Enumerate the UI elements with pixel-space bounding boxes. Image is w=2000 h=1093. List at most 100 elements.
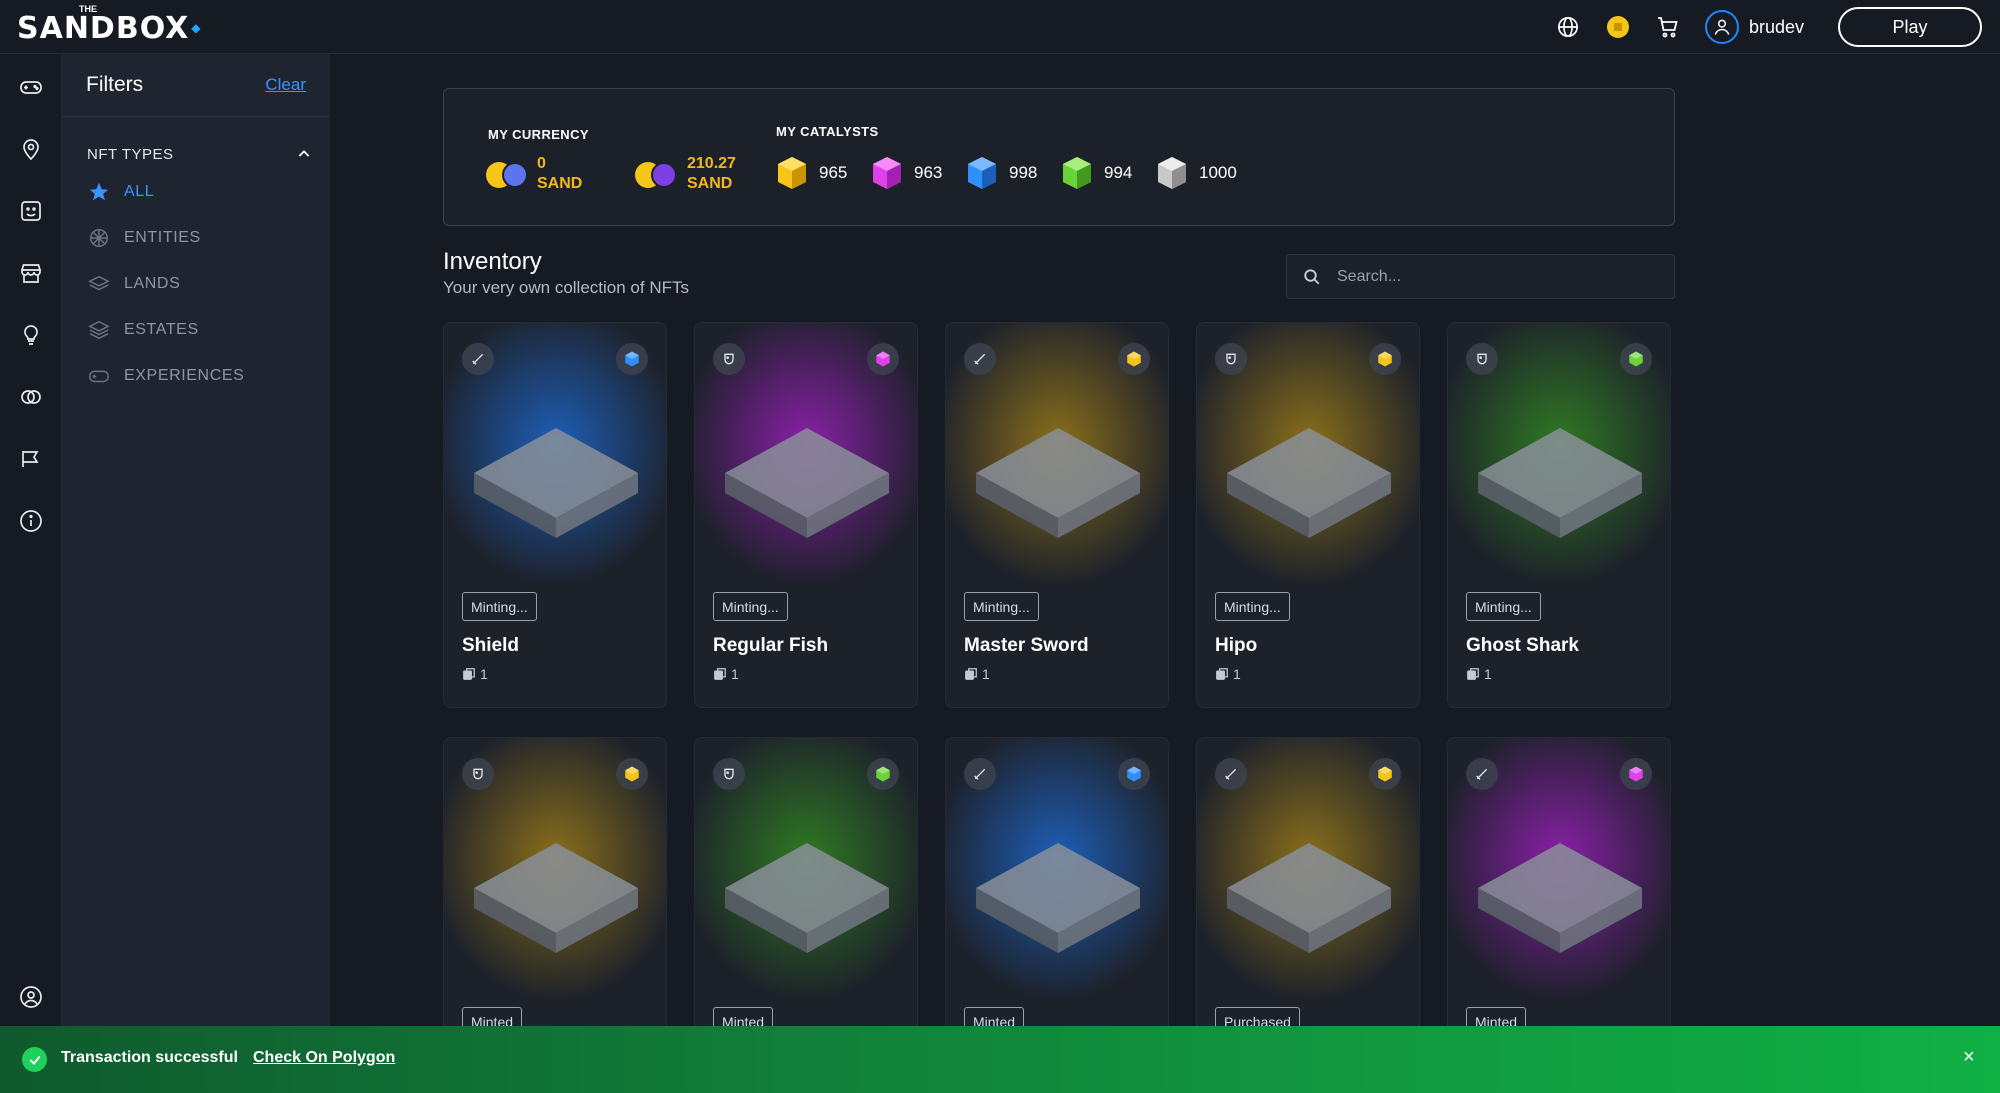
copies-count: 1 [713,666,739,682]
copies-count: 1 [964,666,990,682]
catalyst-gem-icon [616,343,648,375]
copies-count: 1 [1466,666,1492,682]
copies-value: 1 [1484,666,1492,682]
copies-value: 1 [480,666,488,682]
map-pin-icon[interactable] [19,137,43,161]
nft-name: Shield [462,635,520,656]
experiences-icon [88,365,110,387]
check-circle-icon [22,1047,47,1072]
entity-icon [713,343,745,375]
filter-item-label: EXPERIENCES [124,367,245,384]
estates-icon [88,319,110,341]
balance-amount: 210.27 [687,155,736,172]
cart-icon[interactable] [1655,14,1681,40]
nft-card[interactable]: Minting... Hipo 1 [1196,322,1420,708]
sand-balance-polygon: 210.27 SAND [687,154,736,194]
logo-the-text: THE [79,4,97,14]
nft-card[interactable]: Minting... Ghost Shark 1 [1447,322,1671,708]
copies-icon [965,668,977,680]
sandbox-logo[interactable]: THE SANDBOX ◆ [17,4,201,50]
status-badge: Minting... [1466,592,1541,621]
filter-item-label: ENTITIES [124,229,201,246]
catalyst-gem-icon [867,758,899,790]
coins-icon[interactable] [19,385,43,409]
logo-text: SANDBOX [17,10,190,46]
catalyst-count: 994 [1104,163,1133,182]
copies-icon [463,668,475,680]
gamepad-icon[interactable] [19,75,43,99]
globe-icon[interactable] [1555,14,1581,40]
epic-catalyst-icon [873,157,901,189]
entities-icon [88,227,110,249]
filters-title: Filters [86,73,144,96]
filter-item-label: ESTATES [124,321,199,338]
nft-name: Ghost Shark [1466,635,1579,656]
nft-card[interactable]: Minting... Regular Fish 1 [694,322,918,708]
sword-icon [964,343,996,375]
catalyst-gem-icon [1620,343,1652,375]
search-icon [1304,268,1320,284]
filter-item-experiences[interactable]: EXPERIENCES [62,353,330,399]
my-catalysts-title: MY CATALYSTS [776,124,879,139]
search-input[interactable] [1337,267,1657,286]
filter-item-estates[interactable]: ESTATES [62,307,330,353]
catalyst-common: 1000 [1155,155,1237,191]
nft-card[interactable]: Minting... Shield 1 [443,322,667,708]
sand-polygon-coins-icon [635,161,679,189]
entity-icon [462,758,494,790]
status-badge: Minting... [713,592,788,621]
clear-filters-link[interactable]: Clear [265,75,306,95]
username[interactable]: brudev [1749,17,1804,38]
inventory-subtitle: Your very own collection of NFTs [443,278,689,297]
filter-item-label: ALL [124,183,155,200]
logo-diamond-icon: ◆ [191,21,201,35]
top-bar: THE SANDBOX ◆ brudev Play [0,0,2000,54]
transaction-toast: Transaction successful Check On Polygon … [0,1026,2000,1093]
balance-unit: SAND [537,175,583,192]
catalyst-count: 998 [1009,163,1038,182]
filter-item-all[interactable]: ALL [62,169,330,215]
filters-header: Filters Clear [62,54,330,117]
info-icon[interactable] [19,509,43,533]
nft-types-title: NFT TYPES [87,145,174,163]
catalyst-gem-icon [1118,758,1150,790]
entity-icon [1215,343,1247,375]
catalyst-gem-icon [1118,343,1150,375]
check-on-polygon-link[interactable]: Check On Polygon [253,1049,395,1067]
copies-count: 1 [1215,666,1241,682]
close-icon[interactable]: × [1963,1046,1975,1069]
lightbulb-icon[interactable] [19,323,43,347]
megaphone-icon[interactable] [19,447,43,471]
toast-message: Transaction successful [61,1049,238,1066]
search-box [1286,254,1675,299]
nft-name: Hipo [1215,635,1258,656]
filter-item-label: LANDS [124,275,181,292]
nft-types-toggle[interactable]: NFT TYPES [62,139,330,169]
nft-card[interactable]: Minting... Master Sword 1 [945,322,1169,708]
copies-icon [714,668,726,680]
filters-panel: Filters Clear NFT TYPES ALL ENTITIES LAN… [62,54,330,1026]
copies-icon [1467,668,1479,680]
filter-item-lands[interactable]: LANDS [62,261,330,307]
copies-value: 1 [982,666,990,682]
lands-icon [88,273,110,295]
avatar[interactable] [1704,10,1739,44]
user-settings-icon[interactable] [19,985,43,1009]
inventory-title: Inventory [443,248,542,275]
catalyst-gem-icon [1369,343,1401,375]
copies-count: 1 [462,666,488,682]
sand-coin-icon[interactable] [1605,14,1631,40]
play-button[interactable]: Play [1838,7,1982,47]
catalyst-count: 1000 [1199,163,1237,182]
sword-icon [964,758,996,790]
avatar-face-icon[interactable] [19,199,43,223]
legendary-catalyst-icon [778,157,806,189]
balance-unit: SAND [687,175,733,192]
filter-item-entities[interactable]: ENTITIES [62,215,330,261]
catalyst-legendary: 965 [775,155,847,191]
balance-amount: 0 [537,155,546,172]
chevron-up-icon [298,150,310,157]
catalyst-gem-icon [616,758,648,790]
shop-icon[interactable] [19,261,43,285]
star-icon [88,181,110,203]
